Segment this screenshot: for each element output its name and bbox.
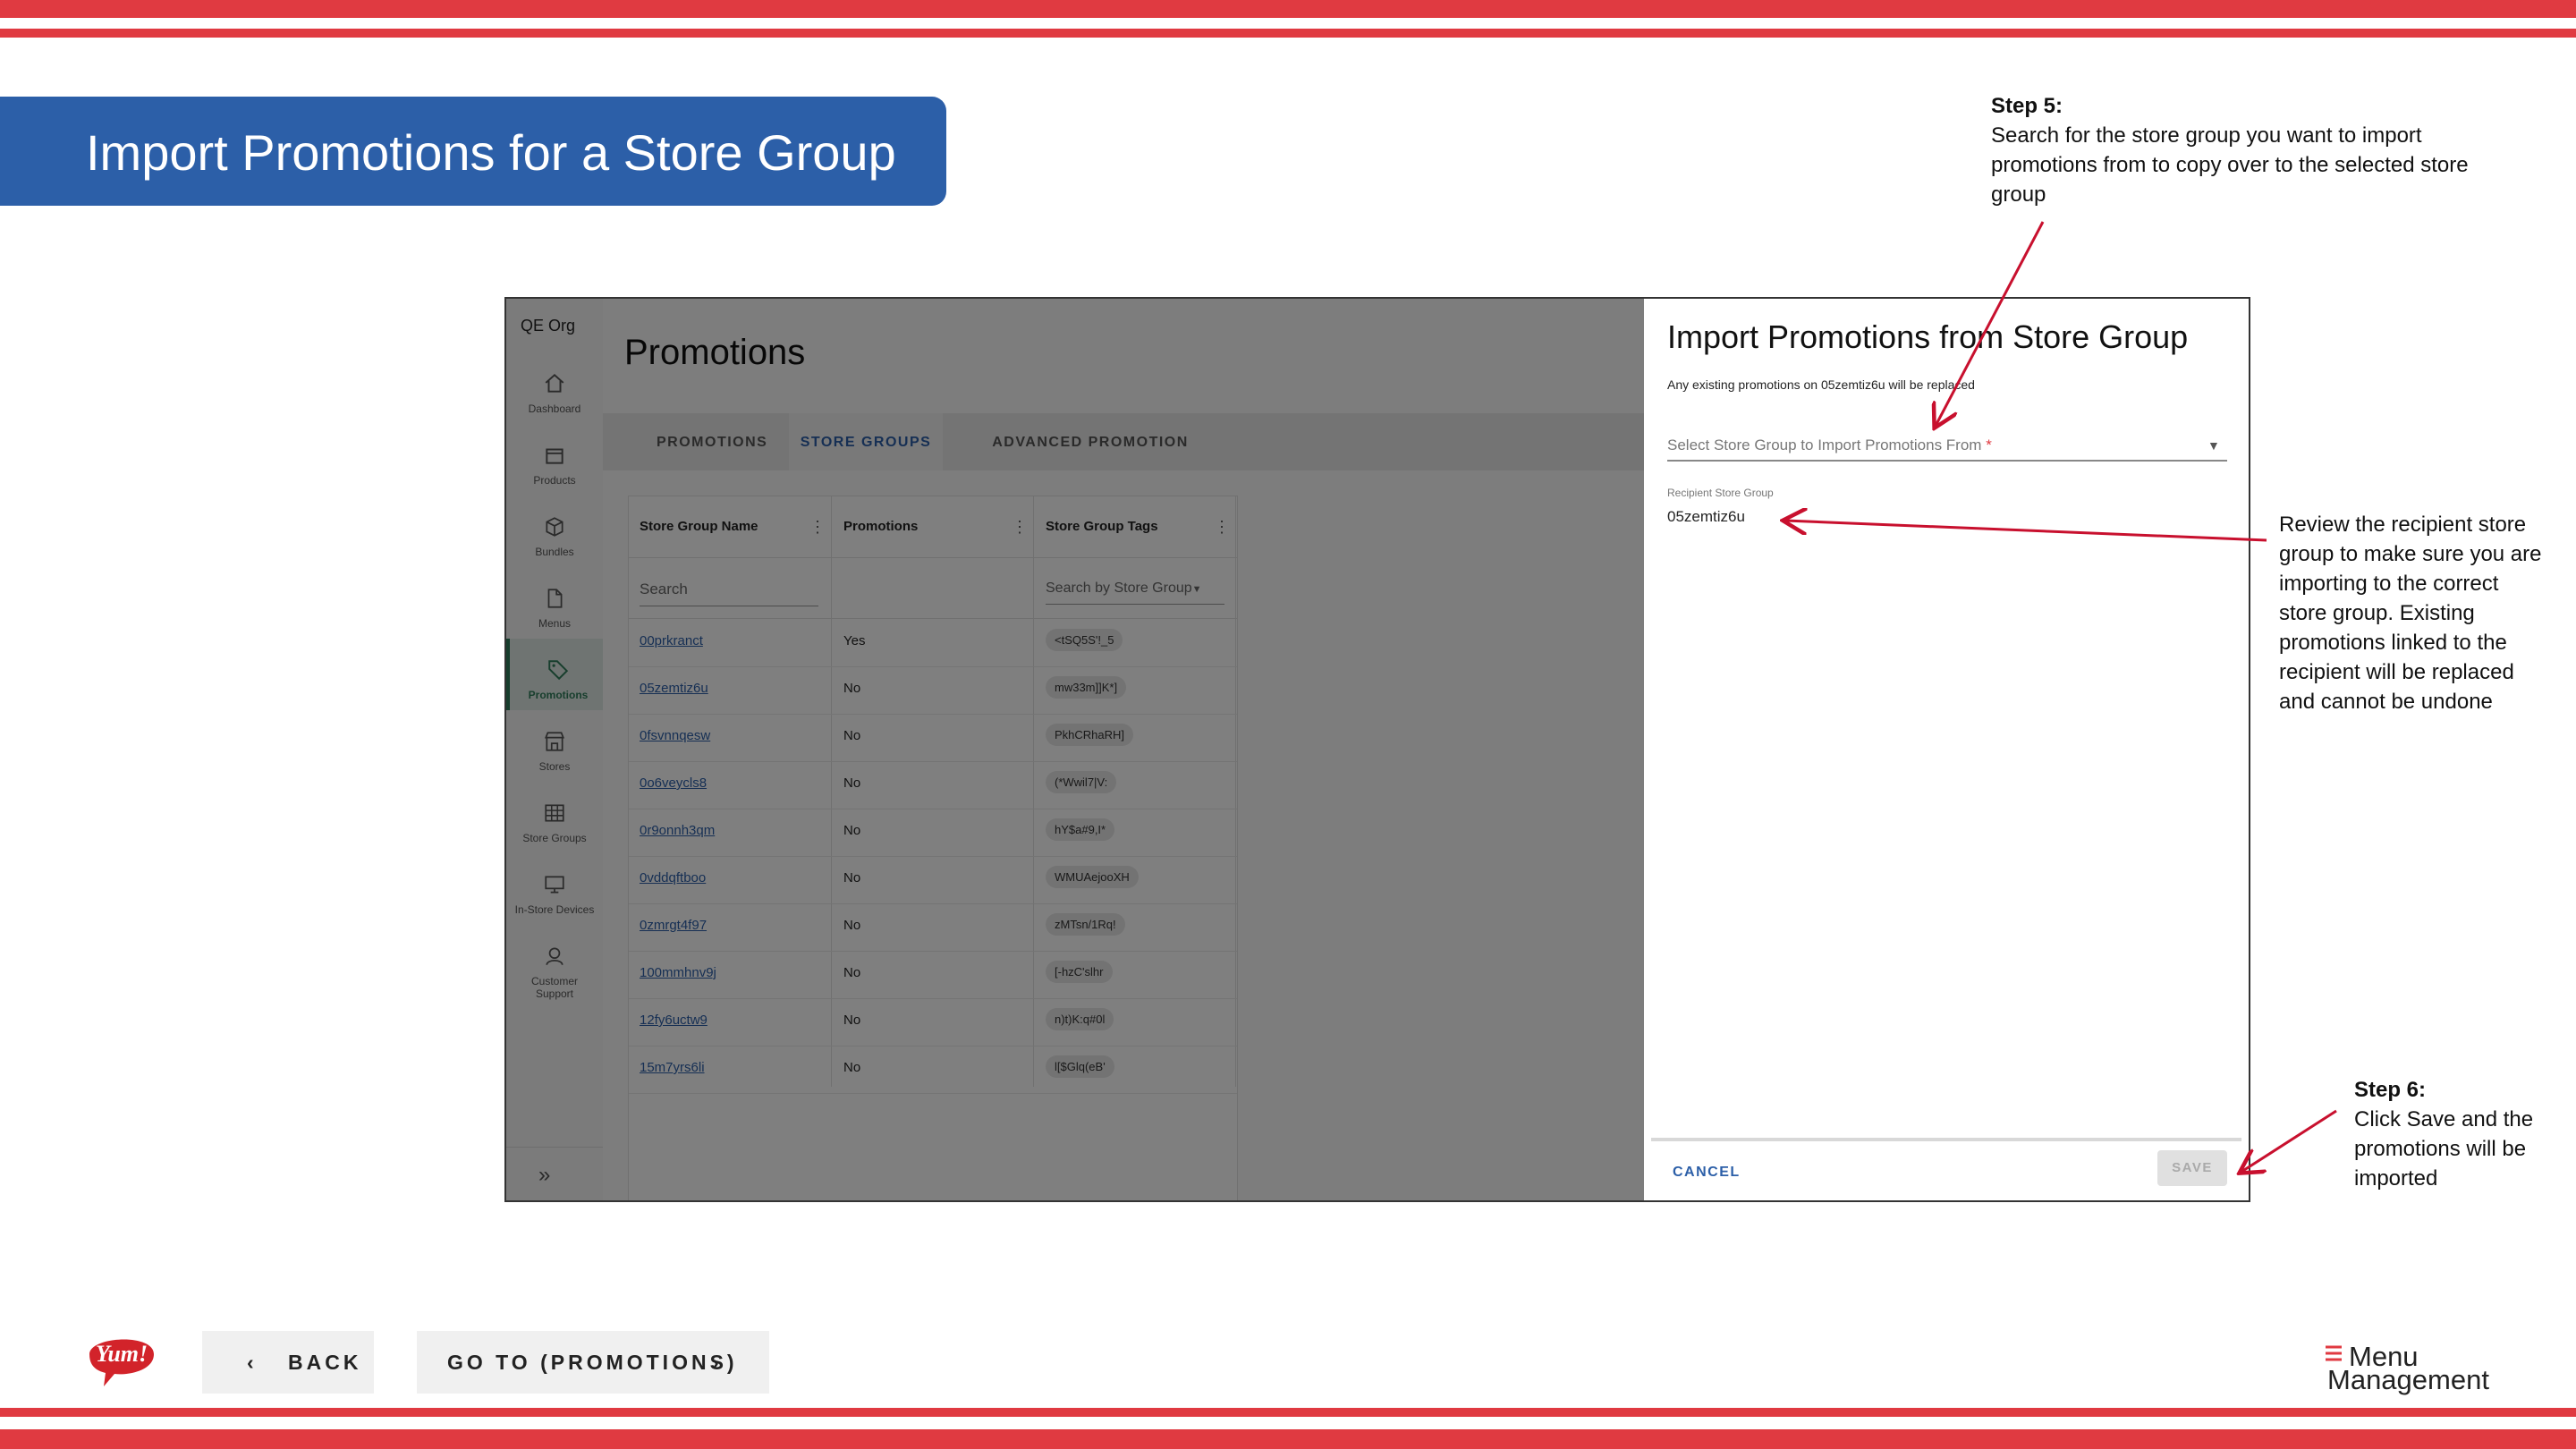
step5-line: promotions from to copy over to the sele… xyxy=(1991,153,2469,177)
review-line: promotions linked to the xyxy=(2279,631,2507,655)
dialog-subtitle: Any existing promotions on 05zemtiz6u wi… xyxy=(1667,377,1975,392)
review-line: recipient will be replaced xyxy=(2279,660,2514,684)
bottom-stripe-thin xyxy=(0,1408,2576,1417)
yum-logo: Yum! xyxy=(89,1339,154,1386)
store-group-select[interactable]: Select Store Group to Import Promotions … xyxy=(1667,436,1992,454)
step6-line: imported xyxy=(2354,1166,2438,1191)
recipient-label: Recipient Store Group xyxy=(1667,487,1774,499)
step6-line: promotions will be xyxy=(2354,1137,2527,1161)
svg-text:Yum!: Yum! xyxy=(96,1341,148,1367)
step6-title: Step 6: xyxy=(2354,1078,2427,1102)
dialog-title: Import Promotions from Store Group xyxy=(1667,318,2189,355)
step5-note: Step 5: Search for the store group you w… xyxy=(1991,91,2469,209)
top-stripe-thick xyxy=(0,0,2576,18)
bottom-stripe-thick xyxy=(0,1429,2576,1449)
top-stripe-thin xyxy=(0,29,2576,38)
back-label: BACK xyxy=(288,1351,362,1374)
import-promotions-dialog: Import Promotions from Store Group Any e… xyxy=(1644,299,2249,1200)
review-line: and cannot be undone xyxy=(2279,690,2493,714)
review-line: store group. Existing xyxy=(2279,601,2475,625)
step6-arrow xyxy=(2241,1109,2337,1172)
recipient-value: 05zemtiz6u xyxy=(1667,508,1745,525)
save-button[interactable]: SAVE xyxy=(2157,1150,2227,1186)
app-screenshot: QE Org Dashboard Products Bundles Menus … xyxy=(504,297,2250,1202)
required-mark: * xyxy=(1986,436,1992,453)
back-button[interactable]: ‹ BACK xyxy=(202,1331,374,1394)
review-line: Review the recipient store xyxy=(2279,513,2527,537)
step5-title: Step 5: xyxy=(1991,94,2063,118)
cancel-button[interactable]: CANCEL xyxy=(1673,1165,1741,1181)
step6-note: Step 6: Click Save and the promotions wi… xyxy=(2354,1075,2533,1193)
chevron-down-icon[interactable]: ▼ xyxy=(2207,438,2220,453)
review-line: group to make sure you are xyxy=(2279,542,2542,566)
step6-line: Click Save and the xyxy=(2354,1107,2534,1131)
modal-backdrop[interactable] xyxy=(506,299,1644,1200)
goto-label: GO TO (PROMOTIONS) xyxy=(447,1351,738,1374)
slide-title: Import Promotions for a Store Group xyxy=(86,124,896,181)
go-to-promotions-button[interactable]: GO TO (PROMOTIONS) › xyxy=(417,1331,769,1394)
footer-divider xyxy=(1651,1138,2241,1141)
menu-management-logo-line2: Management xyxy=(2327,1364,2489,1395)
review-line: importing to the correct xyxy=(2279,572,2499,596)
select-underline xyxy=(1667,460,2227,462)
step5-line: group xyxy=(1991,182,2046,207)
chevron-right-icon: › xyxy=(712,1351,723,1374)
chevron-left-icon: ‹ xyxy=(247,1351,258,1374)
step5-line: Search for the store group you want to i… xyxy=(1991,123,2422,148)
review-note: Review the recipient store group to make… xyxy=(2279,510,2542,716)
app-background: QE Org Dashboard Products Bundles Menus … xyxy=(506,299,1644,1200)
select-placeholder: Select Store Group to Import Promotions … xyxy=(1667,436,1982,453)
slide-title-banner: Import Promotions for a Store Group xyxy=(0,97,946,206)
